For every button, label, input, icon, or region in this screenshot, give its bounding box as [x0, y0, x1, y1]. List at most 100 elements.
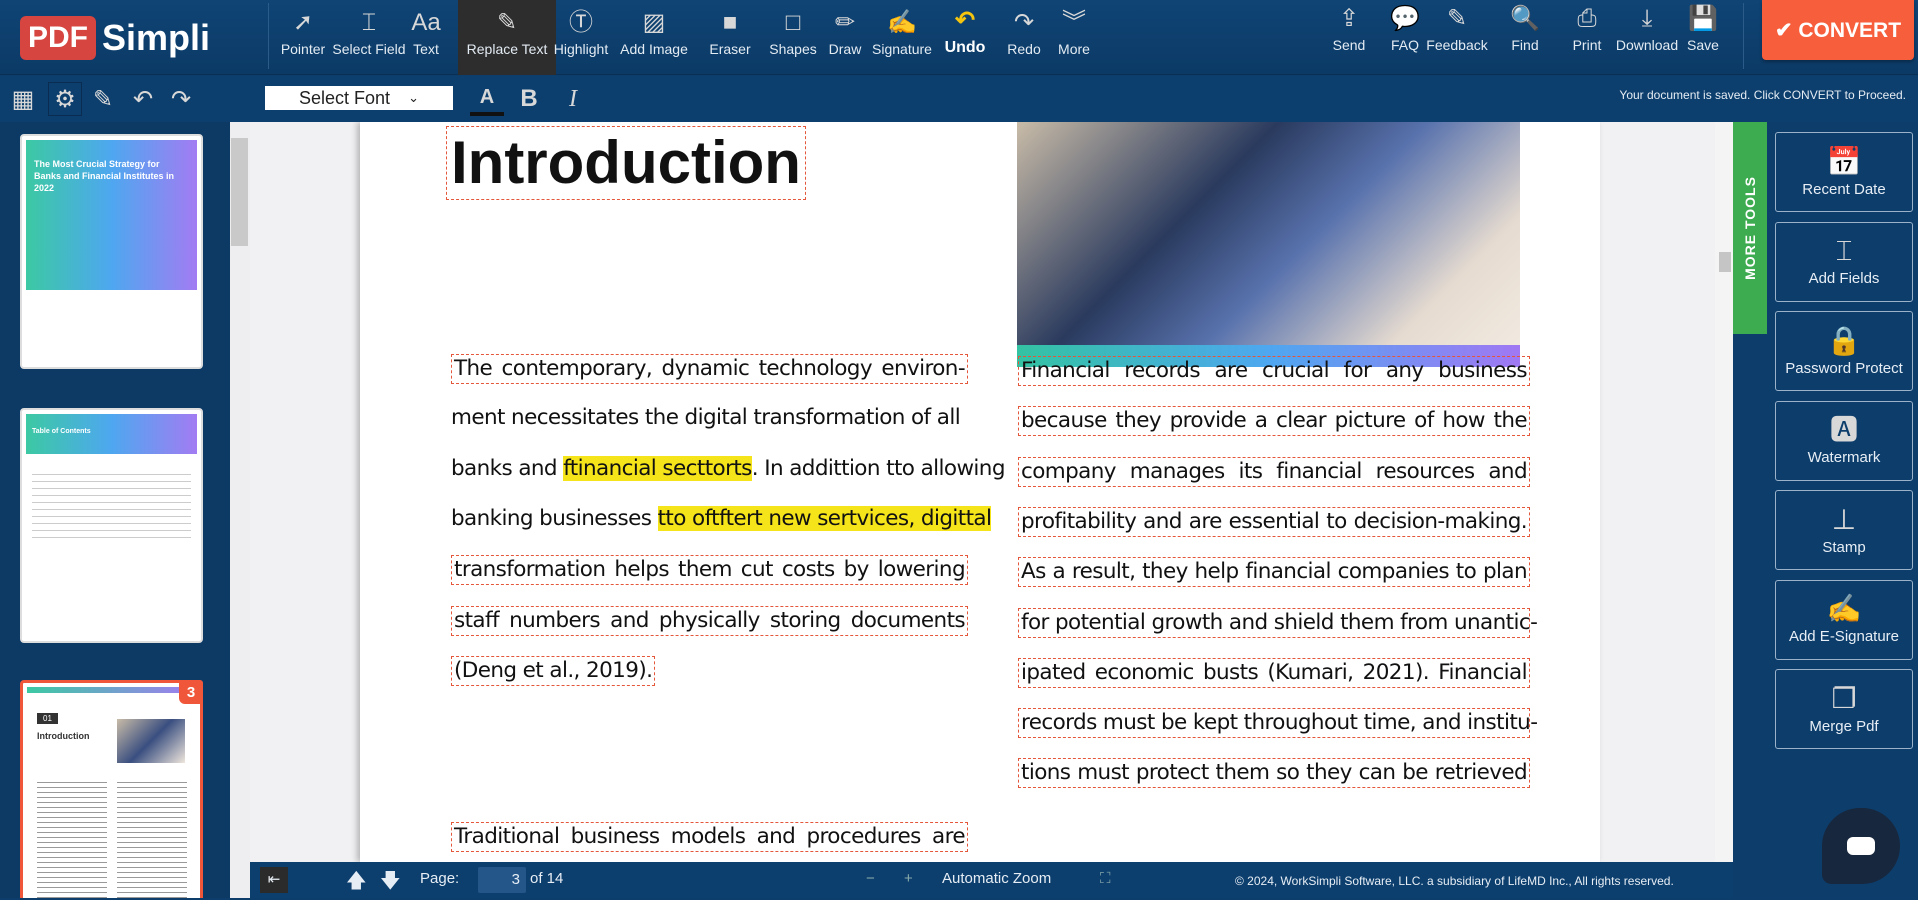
- thumbnails-grid-icon[interactable]: ▦: [6, 82, 40, 116]
- send-button[interactable]: ⇪ Send: [1324, 0, 1374, 75]
- fullscreen-icon[interactable]: ⛶: [1100, 870, 1111, 887]
- signature-label: Signature: [872, 41, 932, 57]
- text-span: ment necessitates the digital transforma…: [451, 405, 961, 431]
- scrollbar-thumb[interactable]: [1719, 252, 1731, 272]
- download-label: Download: [1615, 37, 1679, 53]
- toc-lines: [32, 468, 191, 543]
- text-line[interactable]: The contemporary, dynamic technology env…: [451, 354, 968, 384]
- copyright: © 2024, WorkSimpli Software, LLC. a subs…: [1235, 874, 1674, 888]
- undo-label: Undo: [944, 39, 986, 56]
- thumbnail-photo: [117, 719, 185, 763]
- chevron-down-icon: ⌄: [408, 90, 419, 105]
- convert-button[interactable]: ✔ CONVERT: [1762, 0, 1914, 60]
- previous-page-icon[interactable]: 🡅: [346, 866, 367, 900]
- intro-heading[interactable]: Introduction: [446, 126, 806, 200]
- text-line[interactable]: As a result, they help financial compani…: [1018, 557, 1530, 588]
- replace-text-tool[interactable]: ✎ Replace Text: [458, 0, 556, 75]
- print-label: Print: [1572, 37, 1602, 53]
- add-e-signature-button[interactable]: ✍ Add E-Signature: [1775, 579, 1913, 660]
- text-line[interactable]: transformation helps them cut costs by l…: [451, 555, 968, 586]
- eraser-tool[interactable]: ■ Eraser: [697, 0, 763, 75]
- text-line[interactable]: because they provide a clear picture of …: [1018, 406, 1530, 437]
- stamp-button[interactable]: ⊥ Stamp: [1775, 490, 1913, 570]
- zoom-select[interactable]: Automatic Zoom: [942, 870, 1051, 887]
- password-protect-button[interactable]: 🔒 Password Protect: [1775, 311, 1913, 391]
- text-span: staff numbers and physically storing doc…: [454, 607, 966, 633]
- zoom-in-icon[interactable]: +: [904, 870, 913, 887]
- signature-tool[interactable]: ✍ Signature: [862, 0, 942, 75]
- more-tool[interactable]: ︾ More: [1046, 0, 1102, 75]
- merge-pdf-button[interactable]: ❐ Merge Pdf: [1775, 669, 1913, 749]
- page-thumbnail-2[interactable]: Table of Contents: [20, 408, 203, 643]
- find-button[interactable]: 🔍 Find: [1500, 0, 1550, 75]
- page-thumbnail-3[interactable]: 01 Introduction 3: [20, 680, 203, 898]
- text-line[interactable]: banks and ftinancial secttorts. In addit…: [451, 455, 1005, 483]
- edit-page-icon[interactable]: ✎: [86, 82, 120, 116]
- page-badge: 3: [179, 680, 203, 704]
- download-button[interactable]: ⤓ Download: [1612, 0, 1682, 75]
- font-color-button[interactable]: A: [470, 82, 504, 116]
- text-line[interactable]: company manages its financial resources …: [1018, 456, 1530, 487]
- text-tool[interactable]: Aa Text: [398, 0, 454, 75]
- pdfsimpli-logo: PDF Simpli: [20, 16, 210, 60]
- recent-date-button[interactable]: 📅 Recent Date: [1775, 132, 1913, 212]
- text-line[interactable]: profitability and are essential to decis…: [1018, 506, 1530, 537]
- watermark-label: Watermark: [1807, 449, 1881, 466]
- text-line[interactable]: Traditional business models and procedur…: [451, 822, 968, 852]
- scrollbar-thumb[interactable]: [231, 138, 248, 246]
- add-fields-label: Add Fields: [1808, 270, 1880, 287]
- undo-tool[interactable]: ↶ Undo: [934, 0, 996, 75]
- feedback-button[interactable]: ✎ Feedback: [1426, 0, 1487, 75]
- italic-button[interactable]: I: [556, 82, 590, 116]
- print-icon: ⎙: [1577, 5, 1597, 32]
- toggle-sidebar-icon[interactable]: ⇤: [260, 867, 288, 893]
- text-line[interactable]: tions must protect them so they can be r…: [1018, 758, 1530, 789]
- more-tools-tab[interactable]: MORE TOOLS: [1733, 122, 1767, 334]
- signature-icon: ✍: [887, 9, 917, 36]
- chat-button[interactable]: [1822, 808, 1900, 884]
- thumbnail-strip: [27, 687, 196, 693]
- bold-button[interactable]: B: [512, 82, 546, 116]
- save-status: Your document is saved. Click CONVERT to…: [1619, 88, 1906, 102]
- page-thumbnail-1[interactable]: The Most Crucial Strategy for Banks and …: [20, 134, 203, 369]
- undo-icon[interactable]: ↶: [126, 82, 160, 116]
- recent-date-label: Recent Date: [1802, 180, 1886, 198]
- page-count: of 14: [530, 870, 564, 887]
- faq-icon: 💬: [1390, 5, 1420, 32]
- font-select[interactable]: Select Font ⌄: [265, 86, 453, 110]
- logo-simpli: Simpli: [102, 17, 211, 58]
- page-number-input[interactable]: 3: [478, 867, 526, 893]
- text-line[interactable]: (Deng et al., 2019).: [451, 655, 656, 686]
- text-line[interactable]: ipated economic busts (Kumari, 2021). Fi…: [1018, 657, 1530, 688]
- shapes-label: Shapes: [769, 41, 817, 57]
- text-line[interactable]: staff numbers and physically storing doc…: [451, 605, 968, 636]
- redo-icon[interactable]: ↷: [164, 82, 198, 116]
- sidebar-scrollbar[interactable]: [230, 122, 250, 898]
- merge-pdf-icon: ❐: [1831, 682, 1857, 714]
- add-fields-button[interactable]: ⌶ Add Fields: [1775, 221, 1913, 302]
- replace-text-label: Replace Text: [466, 41, 548, 57]
- text-line[interactable]: records must be kept throughout time, an…: [1018, 708, 1538, 739]
- next-page-icon[interactable]: 🡇: [380, 866, 401, 900]
- highlighted-text: ftinancial secttorts: [563, 455, 752, 481]
- text-line[interactable]: for potential growth and shield them fro…: [1018, 607, 1538, 638]
- text-line[interactable]: banking businesses tto oftftert new sert…: [451, 505, 992, 533]
- replace-text-icon: ✎: [496, 9, 518, 36]
- text-line[interactable]: Financial records are crucial for any bu…: [1018, 356, 1530, 386]
- faq-button[interactable]: 💬 FAQ: [1380, 0, 1430, 75]
- recent-date-icon: 📅: [1826, 145, 1862, 177]
- watermark-button[interactable]: 🅰 Watermark: [1775, 400, 1913, 481]
- zoom-out-icon[interactable]: −: [866, 870, 875, 887]
- thumbnail-sidebar: The Most Crucial Strategy for Banks and …: [0, 122, 230, 898]
- text-line[interactable]: ment necessitates the digital transforma…: [451, 404, 961, 432]
- print-button[interactable]: ⎙ Print: [1562, 0, 1612, 75]
- page-settings-icon[interactable]: ⚙: [48, 82, 82, 116]
- save-button[interactable]: 💾 Save: [1678, 0, 1728, 75]
- password-protect-label: Password Protect: [1785, 359, 1903, 377]
- document-scrollbar[interactable]: [1715, 122, 1733, 862]
- footer-bar: ⇤ 🡅 🡇 Page: 3 of 14 − + Automatic Zoom ⛶…: [250, 862, 1733, 898]
- redo-tool[interactable]: ↷ Redo: [994, 0, 1054, 75]
- highlight-icon: Ⓣ: [569, 9, 593, 36]
- add-image-tool[interactable]: ▨ Add Image: [607, 0, 701, 75]
- more-icon: ︾: [1062, 9, 1086, 36]
